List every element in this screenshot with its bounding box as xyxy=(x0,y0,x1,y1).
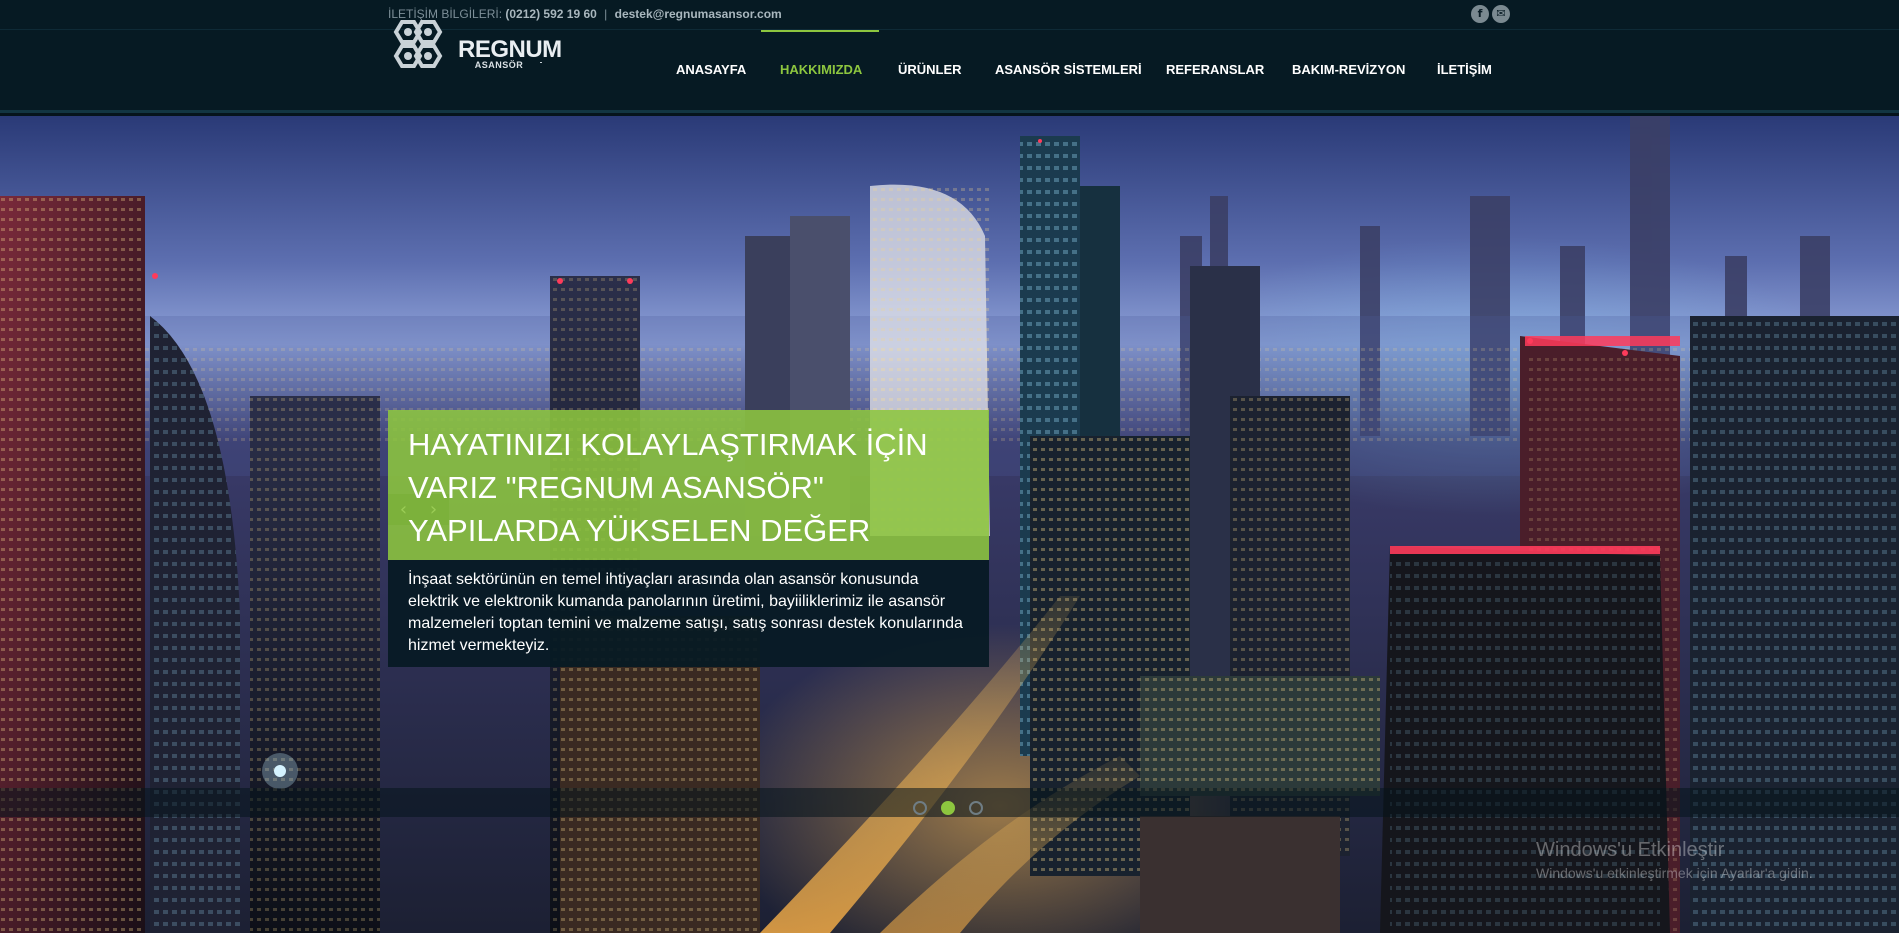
hero-description-box: İnşaat sektörünün en temel ihtiyaçları a… xyxy=(388,560,989,667)
nav-item-anasayfa[interactable]: ANASAYFA xyxy=(676,62,746,77)
email-icon[interactable]: ✉ xyxy=(1492,5,1510,23)
hero-title-box: HAYATINIZI KOLAYLAŞTIRMAK İÇİN VARIZ "RE… xyxy=(388,410,989,560)
slider-dot-3[interactable] xyxy=(969,801,983,815)
nav-item-hakkimizda[interactable]: HAKKIMIZDA xyxy=(780,62,862,77)
watermark-subtitle: Windows'u etkinleştirmek için Ayarlar'a … xyxy=(1536,865,1813,881)
contact-email[interactable]: destek@regnumasansor.com xyxy=(615,7,782,21)
hero-description: İnşaat sektörünün en temel ihtiyaçları a… xyxy=(408,571,963,654)
nav-item-urunler[interactable]: ÜRÜNLER xyxy=(898,62,962,77)
nav-item-bakim-revizyon[interactable]: BAKIM-REVİZYON xyxy=(1292,62,1405,77)
nav-item-asansor-sistemleri[interactable]: ASANSÖR SİSTEMLERİ xyxy=(995,62,1142,77)
hero-title-line: YAPILARDA YÜKSELEN DEĞER xyxy=(408,513,871,548)
contact-separator: | xyxy=(604,7,608,21)
nav-item-iletisim[interactable]: İLETİŞİM xyxy=(1437,62,1492,77)
facebook-icon[interactable]: f xyxy=(1471,5,1489,23)
hero-title-line: HAYATINIZI KOLAYLAŞTIRMAK İÇİN xyxy=(408,427,928,462)
main-nav: ANASAYFA HAKKIMIZDA ÜRÜNLER ASANSÖR SİST… xyxy=(0,30,1899,113)
nav-item-referanslar[interactable]: REFERANSLAR xyxy=(1166,62,1264,77)
os-activation-watermark: Windows'u Etkinleştir Windows'u etkinleş… xyxy=(1536,839,1813,881)
slider-dot-1[interactable] xyxy=(913,801,927,815)
slider-dot-2[interactable] xyxy=(941,801,955,815)
watermark-title: Windows'u Etkinleştir xyxy=(1536,839,1725,861)
hero-title-line: VARIZ "REGNUM ASANSÖR" xyxy=(408,470,824,505)
top-contact-bar: İLETİŞİM BİLGİLERİ: (0212) 592 19 60 | d… xyxy=(0,0,1899,30)
